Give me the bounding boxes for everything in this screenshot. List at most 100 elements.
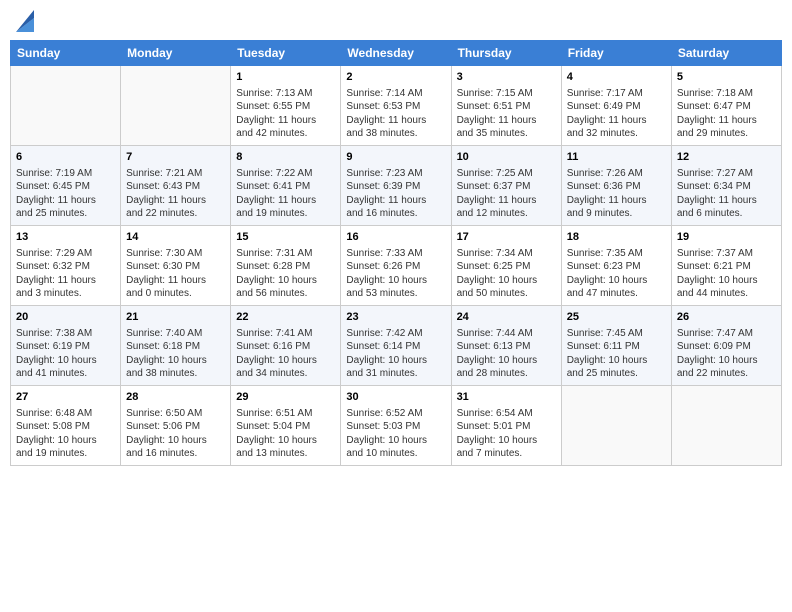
calendar-cell: 19 Sunrise: 7:37 AM Sunset: 6:21 PM Dayli… [671,226,781,306]
day-info: Sunrise: 7:41 AM Sunset: 6:16 PM Dayligh… [236,327,335,381]
day-number: 12 [677,150,776,165]
calendar-cell: 27 Sunrise: 6:48 AM Sunset: 5:08 PM Dayli… [11,386,121,466]
day-number: 3 [457,70,556,85]
day-info: Sunrise: 7:40 AM Sunset: 6:18 PM Dayligh… [126,327,225,381]
day-number: 5 [677,70,776,85]
weekday-header-row: SundayMondayTuesdayWednesdayThursdayFrid… [11,41,782,66]
calendar-cell: 8 Sunrise: 7:22 AM Sunset: 6:41 PM Daylig… [231,146,341,226]
calendar-cell: 30 Sunrise: 6:52 AM Sunset: 5:03 PM Dayli… [341,386,451,466]
calendar-cell: 9 Sunrise: 7:23 AM Sunset: 6:39 PM Daylig… [341,146,451,226]
day-number: 20 [16,310,115,325]
day-info: Sunrise: 6:52 AM Sunset: 5:03 PM Dayligh… [346,407,445,461]
page-header [10,10,782,32]
calendar-cell: 25 Sunrise: 7:45 AM Sunset: 6:11 PM Dayli… [561,306,671,386]
day-info: Sunrise: 7:44 AM Sunset: 6:13 PM Dayligh… [457,327,556,381]
day-info: Sunrise: 7:22 AM Sunset: 6:41 PM Dayligh… [236,167,335,221]
day-number: 6 [16,150,115,165]
day-info: Sunrise: 7:37 AM Sunset: 6:21 PM Dayligh… [677,247,776,301]
calendar-cell: 17 Sunrise: 7:34 AM Sunset: 6:25 PM Dayli… [451,226,561,306]
week-row-4: 20Sunrise: 7:38 AM Sunset: 6:19 PM Dayli… [11,306,782,386]
day-info: Sunrise: 7:15 AM Sunset: 6:51 PM Dayligh… [457,87,556,141]
day-info: Sunrise: 7:31 AM Sunset: 6:28 PM Dayligh… [236,247,335,301]
calendar-cell: 10 Sunrise: 7:25 AM Sunset: 6:37 PM Dayli… [451,146,561,226]
calendar-cell: 24 Sunrise: 7:44 AM Sunset: 6:13 PM Dayli… [451,306,561,386]
day-info: Sunrise: 7:29 AM Sunset: 6:32 PM Dayligh… [16,247,115,301]
calendar-cell [11,66,121,146]
day-info: Sunrise: 7:30 AM Sunset: 6:30 PM Dayligh… [126,247,225,301]
day-number: 9 [346,150,445,165]
day-number: 24 [457,310,556,325]
day-info: Sunrise: 7:21 AM Sunset: 6:43 PM Dayligh… [126,167,225,221]
day-info: Sunrise: 6:50 AM Sunset: 5:06 PM Dayligh… [126,407,225,461]
calendar-cell [561,386,671,466]
day-info: Sunrise: 7:17 AM Sunset: 6:49 PM Dayligh… [567,87,666,141]
calendar-cell: 26Sunrise: 7:47 AM Sunset: 6:09 PM Dayli… [671,306,781,386]
calendar-cell: 7 Sunrise: 7:21 AM Sunset: 6:43 PM Daylig… [121,146,231,226]
day-number: 15 [236,230,335,245]
day-info: Sunrise: 6:48 AM Sunset: 5:08 PM Dayligh… [16,407,115,461]
day-number: 31 [457,390,556,405]
day-info: Sunrise: 7:25 AM Sunset: 6:37 PM Dayligh… [457,167,556,221]
day-info: Sunrise: 7:23 AM Sunset: 6:39 PM Dayligh… [346,167,445,221]
day-number: 2 [346,70,445,85]
day-info: Sunrise: 6:54 AM Sunset: 5:01 PM Dayligh… [457,407,556,461]
day-number: 4 [567,70,666,85]
calendar-cell: 18Sunrise: 7:35 AM Sunset: 6:23 PM Dayli… [561,226,671,306]
calendar-cell: 23Sunrise: 7:42 AM Sunset: 6:14 PM Dayli… [341,306,451,386]
day-number: 17 [457,230,556,245]
calendar-cell: 12 Sunrise: 7:27 AM Sunset: 6:34 PM Dayli… [671,146,781,226]
day-number: 16 [346,230,445,245]
weekday-header-friday: Friday [561,41,671,66]
weekday-header-saturday: Saturday [671,41,781,66]
day-info: Sunrise: 7:27 AM Sunset: 6:34 PM Dayligh… [677,167,776,221]
week-row-1: 1Sunrise: 7:13 AM Sunset: 6:55 PM Daylig… [11,66,782,146]
calendar-cell: 28 Sunrise: 6:50 AM Sunset: 5:06 PM Dayli… [121,386,231,466]
day-number: 11 [567,150,666,165]
day-number: 29 [236,390,335,405]
calendar-cell: 20Sunrise: 7:38 AM Sunset: 6:19 PM Dayli… [11,306,121,386]
day-number: 21 [126,310,225,325]
weekday-header-tuesday: Tuesday [231,41,341,66]
calendar-cell: 29 Sunrise: 6:51 AM Sunset: 5:04 PM Dayli… [231,386,341,466]
calendar-cell: 6 Sunrise: 7:19 AM Sunset: 6:45 PM Daylig… [11,146,121,226]
day-info: Sunrise: 7:18 AM Sunset: 6:47 PM Dayligh… [677,87,776,141]
day-number: 7 [126,150,225,165]
calendar-cell: 22 Sunrise: 7:41 AM Sunset: 6:16 PM Dayli… [231,306,341,386]
day-info: Sunrise: 7:14 AM Sunset: 6:53 PM Dayligh… [346,87,445,141]
calendar-cell: 16 Sunrise: 7:33 AM Sunset: 6:26 PM Dayli… [341,226,451,306]
weekday-header-thursday: Thursday [451,41,561,66]
calendar-cell: 2 Sunrise: 7:14 AM Sunset: 6:53 PM Daylig… [341,66,451,146]
day-info: Sunrise: 6:51 AM Sunset: 5:04 PM Dayligh… [236,407,335,461]
calendar-cell: 31 Sunrise: 6:54 AM Sunset: 5:01 PM Dayli… [451,386,561,466]
calendar-cell [121,66,231,146]
day-info: Sunrise: 7:34 AM Sunset: 6:25 PM Dayligh… [457,247,556,301]
weekday-header-monday: Monday [121,41,231,66]
day-number: 23 [346,310,445,325]
calendar-cell: 5 Sunrise: 7:18 AM Sunset: 6:47 PM Daylig… [671,66,781,146]
day-number: 8 [236,150,335,165]
week-row-2: 6 Sunrise: 7:19 AM Sunset: 6:45 PM Daylig… [11,146,782,226]
day-number: 10 [457,150,556,165]
calendar-cell [671,386,781,466]
day-number: 25 [567,310,666,325]
day-number: 18 [567,230,666,245]
weekday-header-sunday: Sunday [11,41,121,66]
day-number: 1 [236,70,335,85]
day-info: Sunrise: 7:33 AM Sunset: 6:26 PM Dayligh… [346,247,445,301]
day-number: 28 [126,390,225,405]
calendar-cell: 3 Sunrise: 7:15 AM Sunset: 6:51 PM Daylig… [451,66,561,146]
day-info: Sunrise: 7:19 AM Sunset: 6:45 PM Dayligh… [16,167,115,221]
day-info: Sunrise: 7:26 AM Sunset: 6:36 PM Dayligh… [567,167,666,221]
calendar-table: SundayMondayTuesdayWednesdayThursdayFrid… [10,40,782,466]
weekday-header-wednesday: Wednesday [341,41,451,66]
calendar-cell: 11 Sunrise: 7:26 AM Sunset: 6:36 PM Dayli… [561,146,671,226]
day-number: 13 [16,230,115,245]
day-info: Sunrise: 7:45 AM Sunset: 6:11 PM Dayligh… [567,327,666,381]
calendar-cell: 4 Sunrise: 7:17 AM Sunset: 6:49 PM Daylig… [561,66,671,146]
day-number: 30 [346,390,445,405]
day-number: 26 [677,310,776,325]
calendar-cell: 15 Sunrise: 7:31 AM Sunset: 6:28 PM Dayli… [231,226,341,306]
day-number: 27 [16,390,115,405]
day-number: 22 [236,310,335,325]
day-number: 19 [677,230,776,245]
